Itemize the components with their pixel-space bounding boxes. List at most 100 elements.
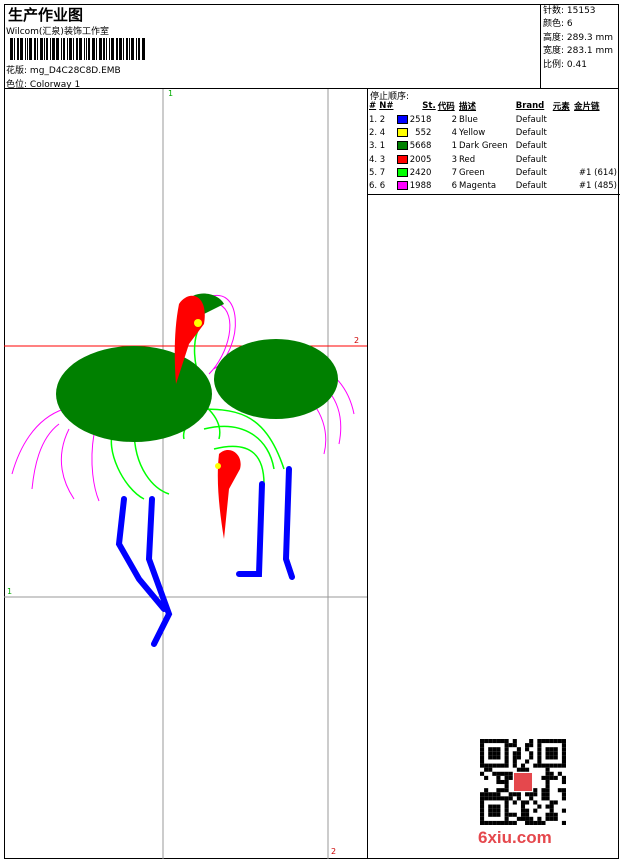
table-row: 6. 6 1988 6 Magenta Default #1 (485)	[368, 179, 618, 192]
qr-module	[561, 788, 566, 793]
qr-module	[537, 743, 542, 748]
barcode-bar	[29, 38, 33, 60]
row-desc: Yellow	[459, 127, 486, 138]
qr-module	[504, 739, 509, 744]
design-canvas: 1 2 1 2	[4, 89, 367, 859]
design-height: 高度: 289.3 mm	[543, 32, 614, 43]
qr-module	[529, 755, 534, 760]
qr-module	[545, 796, 550, 801]
qr-module	[492, 771, 497, 776]
qr-module	[488, 767, 493, 772]
qr-module	[545, 775, 550, 780]
design-width: 宽度: 283.1 mm	[543, 46, 614, 57]
col-brand: Brand	[515, 101, 545, 111]
qr-module	[553, 739, 558, 744]
qr-module	[516, 755, 521, 760]
qr-module	[512, 812, 517, 817]
qr-module	[488, 804, 493, 809]
qr-module	[488, 751, 493, 756]
qr-module	[492, 792, 497, 797]
row-element	[552, 113, 573, 126]
row-desc: Magenta	[459, 181, 497, 192]
design-name: 花版: mg_D4C28C8D.EMB	[6, 63, 121, 76]
qr-module	[504, 788, 509, 793]
qr-module	[496, 804, 501, 809]
qr-module	[492, 796, 497, 801]
qr-module	[488, 808, 493, 813]
qr-module	[500, 779, 505, 785]
qr-module	[508, 792, 513, 797]
barcode	[10, 38, 186, 60]
row-element	[552, 126, 573, 139]
stitch-value: 2005	[409, 154, 432, 165]
qr-module	[537, 747, 542, 752]
qr-module	[533, 820, 538, 825]
qr-module	[545, 792, 550, 797]
barcode-bar	[26, 38, 28, 60]
qr-module	[549, 771, 554, 776]
qr-module	[504, 779, 509, 785]
barcode-bar	[123, 38, 125, 60]
qr-module	[500, 763, 505, 768]
barcode-bar	[10, 38, 13, 60]
qr-module	[529, 820, 534, 825]
qr-module	[529, 739, 534, 744]
qr-module	[508, 820, 513, 825]
qr-module	[500, 820, 505, 825]
qr-module	[541, 792, 546, 797]
qr-module	[488, 820, 493, 825]
qr-module	[504, 743, 509, 748]
barcode-bar	[60, 38, 62, 60]
stop-sequence-table: # N# St. 代码 描述 Brand 元素 金片链 1. 2 2518 2 …	[368, 99, 618, 193]
qr-module	[504, 784, 509, 789]
qr-module	[480, 771, 485, 776]
barcode-bar	[135, 38, 137, 60]
qr-module	[480, 800, 485, 805]
qr-module	[561, 775, 566, 780]
row-code: 3	[451, 154, 458, 165]
stitch-value: 1988	[409, 181, 432, 192]
barcode-bar	[98, 38, 102, 60]
barcode-bar	[16, 38, 19, 60]
qr-module	[488, 755, 493, 760]
qr-module	[549, 808, 554, 813]
qr-module	[488, 747, 493, 752]
col-element: 元素	[552, 102, 570, 112]
qr-module	[549, 800, 554, 805]
qr-module	[516, 792, 521, 797]
qr-module	[561, 820, 566, 825]
qr-module	[557, 739, 562, 744]
barcode-bar	[52, 38, 56, 60]
qr-module	[561, 763, 566, 768]
qr-module	[504, 796, 509, 801]
qr-module	[533, 800, 538, 805]
header: 生产作业图 Wilcom(汇泉)装饰工作室 花版: mg_D4C28C8D.EM…	[4, 4, 619, 90]
qr-module	[553, 816, 558, 821]
qr-module	[492, 751, 497, 756]
qr-module	[561, 743, 566, 748]
barcode-bar	[73, 38, 75, 60]
qr-module	[537, 759, 542, 764]
barcode-bar	[91, 38, 95, 60]
qr-module	[484, 763, 489, 768]
table-divider	[368, 194, 620, 195]
qr-module	[529, 796, 534, 801]
qr-module	[508, 812, 513, 817]
qr-module	[541, 763, 546, 768]
qr-module	[537, 755, 542, 760]
row-brand: Default	[515, 154, 547, 165]
color-swatch	[397, 127, 409, 137]
qr-module	[500, 796, 505, 801]
guide-v2-label: 2	[331, 847, 337, 856]
qr-module	[561, 808, 566, 813]
qr-module	[545, 747, 550, 752]
barcode-bar	[83, 38, 85, 60]
barcode-bar	[115, 38, 118, 60]
qr-module	[488, 739, 493, 744]
row-element	[552, 166, 573, 179]
row-desc: Dark Green	[459, 141, 508, 152]
crane-embroidery	[4, 89, 367, 859]
row-element	[552, 179, 573, 192]
barcode-bar	[37, 38, 39, 60]
barcode-bar	[79, 38, 83, 60]
